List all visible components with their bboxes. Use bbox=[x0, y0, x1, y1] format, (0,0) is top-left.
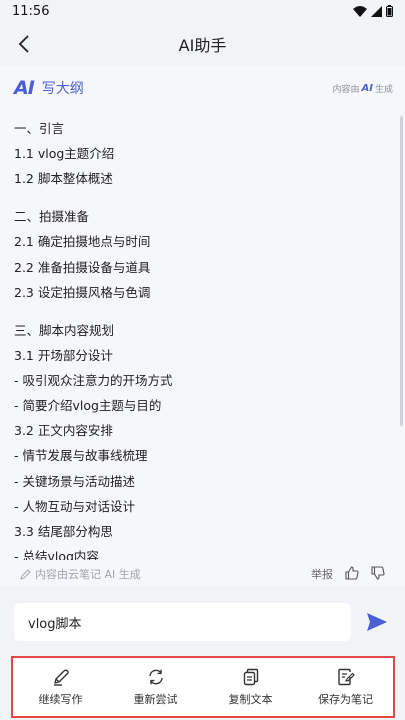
action-label: 复制文本 bbox=[228, 692, 273, 706]
save-as-note-button[interactable]: 保存为笔记 bbox=[298, 658, 393, 716]
signal-icon bbox=[371, 5, 382, 17]
outline-line: 1.2 脚本整体概述 bbox=[14, 171, 113, 187]
chevron-left-icon bbox=[18, 35, 29, 53]
nav-bar: AI助手 bbox=[0, 22, 405, 66]
outline-line: - 吸引观众注意力的开场方式 bbox=[14, 372, 173, 388]
prompt-input-value: vlog脚本 bbox=[28, 616, 82, 632]
outline-line: 2.1 确定拍摄地点与时间 bbox=[14, 234, 151, 250]
pen-small-icon bbox=[20, 568, 31, 580]
ai-result-card: AI 写大纲 内容由 AI 生成 一、引言 1.1 vlog主题介绍 1.2 脚… bbox=[0, 66, 405, 586]
retry-button[interactable]: 重新尝试 bbox=[108, 658, 203, 716]
badge-suffix: 生成 bbox=[374, 84, 393, 95]
outline-line: - 情节发展与故事线梳理 bbox=[14, 448, 148, 464]
badge-ai: AI bbox=[361, 82, 373, 94]
pen-icon bbox=[52, 668, 70, 686]
save-note-icon bbox=[337, 668, 355, 686]
thumbs-down-button[interactable] bbox=[371, 565, 385, 583]
refresh-icon bbox=[147, 668, 165, 686]
outline-line: - 人物互动与对话设计 bbox=[14, 498, 135, 514]
feedback-actions: 举报 bbox=[311, 565, 385, 583]
prompt-input[interactable]: vlog脚本 bbox=[14, 603, 351, 641]
scrollbar-thumb[interactable] bbox=[400, 116, 403, 426]
card-footer: 内容由云笔记 AI 生成 举报 bbox=[20, 562, 385, 586]
ai-logo-icon: AI bbox=[14, 77, 35, 99]
ai-generated-badge: 内容由 AI 生成 bbox=[333, 82, 394, 95]
ai-header: AI 写大纲 内容由 AI 生成 bbox=[14, 76, 393, 100]
wifi-icon bbox=[353, 5, 367, 17]
outline-line: - 总结vlog内容 bbox=[14, 549, 99, 560]
battery-icon bbox=[386, 5, 393, 17]
continue-writing-button[interactable]: 继续写作 bbox=[13, 658, 108, 716]
status-time: 11:56 bbox=[12, 3, 50, 19]
thumbs-down-icon bbox=[371, 565, 385, 580]
outline-line: 1.1 vlog主题介绍 bbox=[14, 146, 115, 162]
outline-content[interactable]: 一、引言 1.1 vlog主题介绍 1.2 脚本整体概述 二、拍摄准备 2.1 … bbox=[14, 116, 384, 560]
ai-disclaimer-text: 内容由云笔记 AI 生成 bbox=[35, 568, 141, 581]
thumbs-up-button[interactable] bbox=[345, 565, 359, 583]
status-icons bbox=[353, 5, 393, 17]
report-button[interactable]: 举报 bbox=[311, 566, 333, 582]
send-button[interactable] bbox=[364, 610, 390, 634]
send-icon bbox=[367, 613, 387, 631]
outline-line: 2.3 设定拍摄风格与色调 bbox=[14, 284, 151, 300]
page-title: AI助手 bbox=[178, 36, 227, 55]
ai-disclaimer: 内容由云笔记 AI 生成 bbox=[20, 566, 311, 582]
outline-line: - 关键场景与活动描述 bbox=[14, 473, 135, 489]
status-bar: 11:56 bbox=[0, 0, 405, 22]
outline-line: 三、脚本内容规划 bbox=[14, 322, 115, 338]
action-label: 继续写作 bbox=[38, 692, 83, 706]
thumbs-up-icon bbox=[345, 565, 359, 580]
back-button[interactable] bbox=[10, 30, 38, 58]
outline-line: 3.2 正文内容安排 bbox=[14, 423, 113, 439]
action-label: 保存为笔记 bbox=[318, 692, 373, 706]
action-bar: 继续写作 重新尝试 复制文本 保存为笔记 bbox=[11, 656, 395, 718]
ai-task-title: 写大纲 bbox=[41, 81, 84, 97]
outline-line: 二、拍摄准备 bbox=[14, 209, 90, 225]
outline-line: 一、引言 bbox=[14, 121, 65, 136]
outline-line: - 简要介绍vlog主题与目的 bbox=[14, 398, 162, 414]
copy-icon bbox=[242, 668, 260, 686]
outline-line: 3.3 结尾部分构思 bbox=[14, 524, 113, 539]
badge-prefix: 内容由 bbox=[332, 84, 360, 95]
outline-line: 2.2 准备拍摄设备与道具 bbox=[14, 259, 151, 275]
copy-text-button[interactable]: 复制文本 bbox=[203, 658, 298, 716]
outline-line: 3.1 开场部分设计 bbox=[14, 347, 113, 363]
action-label: 重新尝试 bbox=[133, 692, 178, 706]
